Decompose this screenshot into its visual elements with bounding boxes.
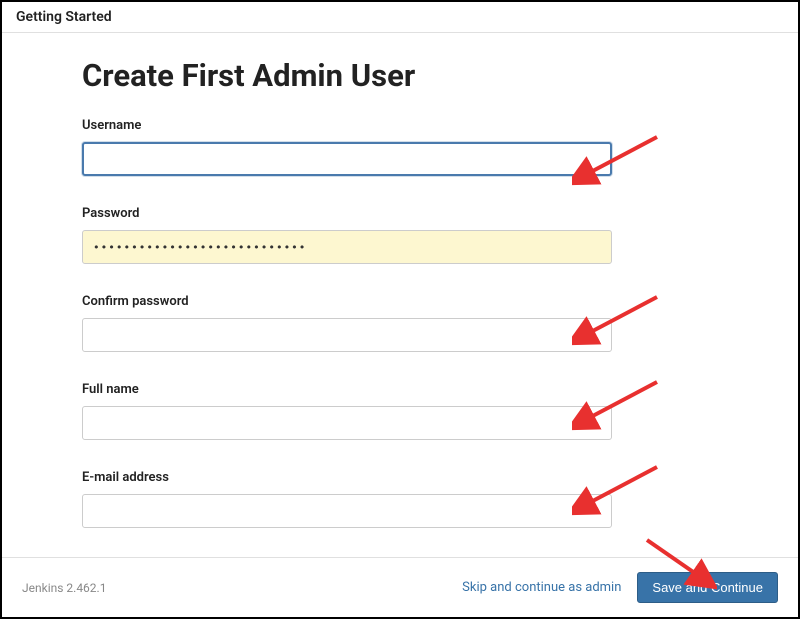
username-input[interactable] bbox=[82, 142, 612, 176]
password-group: Password bbox=[82, 206, 718, 264]
confirm-password-label: Confirm password bbox=[82, 294, 718, 309]
username-group: Username bbox=[82, 118, 718, 176]
email-input[interactable] bbox=[82, 494, 612, 528]
email-group: E-mail address bbox=[82, 470, 718, 528]
footer: Jenkins 2.462.1 Skip and continue as adm… bbox=[2, 557, 798, 617]
password-input[interactable] bbox=[82, 230, 612, 264]
save-and-continue-button[interactable]: Save and Continue bbox=[637, 572, 778, 603]
full-name-input[interactable] bbox=[82, 406, 612, 440]
full-name-label: Full name bbox=[82, 382, 718, 397]
page-title: Create First Admin User bbox=[82, 57, 718, 94]
header-title: Getting Started bbox=[16, 9, 112, 25]
skip-link[interactable]: Skip and continue as admin bbox=[462, 580, 621, 595]
full-name-group: Full name bbox=[82, 382, 718, 440]
password-label: Password bbox=[82, 206, 718, 221]
username-label: Username bbox=[82, 118, 718, 133]
footer-actions: Skip and continue as admin Save and Cont… bbox=[462, 572, 778, 603]
email-label: E-mail address bbox=[82, 470, 718, 485]
version-text: Jenkins 2.462.1 bbox=[22, 581, 106, 595]
confirm-password-group: Confirm password bbox=[82, 294, 718, 352]
header: Getting Started bbox=[2, 2, 798, 33]
main-content: Create First Admin User Username Passwor… bbox=[2, 33, 798, 528]
confirm-password-input[interactable] bbox=[82, 318, 612, 352]
